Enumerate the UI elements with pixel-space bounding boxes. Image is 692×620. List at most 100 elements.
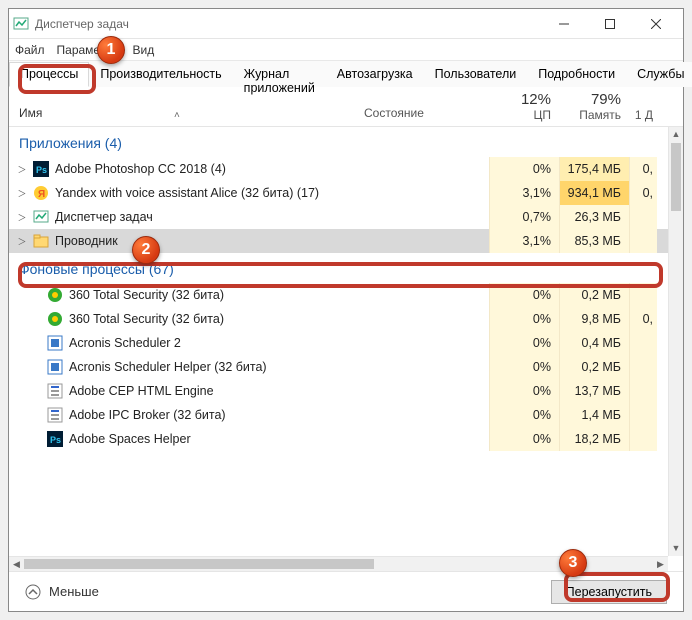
hscroll-thumb[interactable] [24, 559, 374, 569]
tab-processes[interactable]: Процессы [9, 62, 89, 87]
scroll-down-icon[interactable]: ▼ [669, 541, 683, 556]
tab-app-history[interactable]: Журнал приложений [233, 62, 326, 87]
tab-details[interactable]: Подробности [527, 62, 626, 87]
process-icon [33, 233, 49, 249]
menu-view[interactable]: Вид [132, 43, 154, 57]
process-name-label: Adobe CEP HTML Engine [69, 384, 214, 398]
process-cpu-cell: 0% [489, 379, 559, 403]
process-icon: Ps [33, 161, 49, 177]
process-cpu-cell: 0% [489, 283, 559, 307]
process-row[interactable]: ＞Acronis Scheduler 20%0,4 МБ [9, 331, 668, 355]
svg-text:Ps: Ps [36, 165, 47, 175]
task-manager-window: Диспетчер задач Файл Параметры Вид Проце… [8, 8, 684, 612]
process-memory-cell: 0,2 МБ [559, 355, 629, 379]
process-row[interactable]: ＞Acronis Scheduler Helper (32 бита)0%0,2… [9, 355, 668, 379]
process-row[interactable]: ＞Проводник3,1%85,3 МБ [9, 229, 668, 253]
tab-startup[interactable]: Автозагрузка [326, 62, 424, 87]
process-icon [47, 311, 63, 327]
process-memory-cell: 1,4 МБ [559, 403, 629, 427]
expand-chevron-icon[interactable]: ＞ [15, 211, 29, 224]
process-row[interactable]: ＞Adobe CEP HTML Engine 0%13,7 МБ [9, 379, 668, 403]
process-row[interactable]: ＞ Я Yandex with voice assistant Alice (32 … [9, 181, 668, 205]
horizontal-scrollbar[interactable]: ◀ ▶ [9, 556, 668, 571]
group-header-background[interactable]: Фоновые процессы (67) [9, 253, 668, 283]
process-name-cell: ＞360 Total Security (32 бита) [9, 287, 364, 303]
svg-text:Я: Я [38, 189, 45, 200]
tab-users[interactable]: Пользователи [424, 62, 528, 87]
scroll-right-icon[interactable]: ▶ [653, 559, 668, 570]
restart-button[interactable]: Перезапустить [551, 580, 667, 604]
col-header-name[interactable]: ˄ Имя [9, 106, 364, 126]
tab-services[interactable]: Службы [626, 62, 692, 87]
process-name-label: Диспетчер задач [55, 210, 153, 224]
process-name-label: 360 Total Security (32 бита) [69, 312, 224, 326]
process-name-label: Adobe IPC Broker (32 бита) [69, 408, 226, 422]
process-extra-cell [629, 379, 657, 403]
process-row[interactable]: ＞360 Total Security (32 бита)0%0,2 МБ [9, 283, 668, 307]
process-extra-cell [629, 283, 657, 307]
process-extra-cell [629, 427, 657, 451]
process-icon [47, 383, 63, 399]
col-header-extra[interactable]: 1 Д [629, 108, 657, 126]
tab-strip: Процессы Производительность Журнал прило… [9, 61, 683, 87]
process-icon: Я [33, 185, 49, 201]
expand-chevron-icon[interactable]: ＞ [15, 235, 29, 248]
process-cpu-cell: 0% [489, 157, 559, 181]
col-header-state[interactable]: Состояние [364, 106, 489, 126]
process-row[interactable]: ＞360 Total Security (32 бита) 0%9,8 МБ0, [9, 307, 668, 331]
menu-params[interactable]: Параметры [57, 43, 121, 57]
process-cpu-cell: 3,1% [489, 181, 559, 205]
menu-file[interactable]: Файл [15, 43, 45, 57]
process-icon [47, 335, 63, 351]
process-extra-cell [629, 355, 657, 379]
fewer-details-toggle[interactable]: Меньше [25, 584, 99, 600]
process-list-viewport: Приложения (4) ＞ Ps Adobe Photoshop CC 2018… [9, 127, 683, 571]
process-memory-cell: 18,2 МБ [559, 427, 629, 451]
col-header-memory[interactable]: 79% Память [559, 91, 629, 126]
titlebar: Диспетчер задач [9, 9, 683, 39]
vscroll-thumb[interactable] [671, 143, 681, 211]
footer: Меньше Перезапустить [9, 571, 683, 611]
process-name-label: Acronis Scheduler 2 [69, 336, 181, 350]
expand-chevron-icon[interactable]: ＞ [15, 163, 29, 176]
process-memory-cell: 26,3 МБ [559, 205, 629, 229]
close-button[interactable] [633, 9, 679, 39]
process-cpu-cell: 0% [489, 403, 559, 427]
process-cpu-cell: 0% [489, 307, 559, 331]
process-name-cell: ＞ Ps Adobe Photoshop CC 2018 (4) [9, 161, 364, 177]
process-memory-cell: 9,8 МБ [559, 307, 629, 331]
process-cpu-cell: 3,1% [489, 229, 559, 253]
svg-text:Ps: Ps [50, 435, 61, 445]
process-icon [47, 407, 63, 423]
tab-performance[interactable]: Производительность [89, 62, 232, 87]
scroll-up-icon[interactable]: ▲ [669, 127, 683, 142]
process-icon: Ps [47, 431, 63, 447]
expand-chevron-icon[interactable]: ＞ [15, 187, 29, 200]
minimize-button[interactable] [541, 9, 587, 39]
process-extra-cell: 0, [629, 307, 657, 331]
process-row[interactable]: ＞Adobe IPC Broker (32 бита)0%1,4 МБ [9, 403, 668, 427]
process-name-cell: ＞360 Total Security (32 бита) [9, 311, 364, 327]
col-header-cpu[interactable]: 12% ЦП [489, 91, 559, 126]
process-name-cell: ＞Acronis Scheduler 2 [9, 335, 364, 351]
process-name-cell: ＞Adobe CEP HTML Engine [9, 383, 364, 399]
process-row[interactable]: ＞PsAdobe Photoshop CC 2018 (4)0%175,4 МБ… [9, 157, 668, 181]
process-cpu-cell: 0,7% [489, 205, 559, 229]
process-icon [47, 359, 63, 375]
maximize-button[interactable] [587, 9, 633, 39]
process-icon [33, 209, 49, 225]
process-name-label: Yandex with voice assistant Alice (32 би… [55, 186, 319, 200]
process-extra-cell [629, 403, 657, 427]
process-row[interactable]: ＞PsAdobe Spaces Helper0%18,2 МБ [9, 427, 668, 451]
process-memory-cell: 13,7 МБ [559, 379, 629, 403]
process-memory-cell: 85,3 МБ [559, 229, 629, 253]
group-header-apps[interactable]: Приложения (4) [9, 127, 668, 157]
process-cpu-cell: 0% [489, 427, 559, 451]
vertical-scrollbar[interactable]: ▲ ▼ [668, 127, 683, 556]
process-row[interactable]: ＞ Диспетчер задач 0,7%26,3 МБ [9, 205, 668, 229]
process-cpu-cell: 0% [489, 355, 559, 379]
process-name-label: Adobe Photoshop CC 2018 (4) [55, 162, 226, 176]
scroll-left-icon[interactable]: ◀ [9, 559, 24, 570]
process-extra-cell: 0, [629, 157, 657, 181]
process-extra-cell [629, 229, 657, 253]
